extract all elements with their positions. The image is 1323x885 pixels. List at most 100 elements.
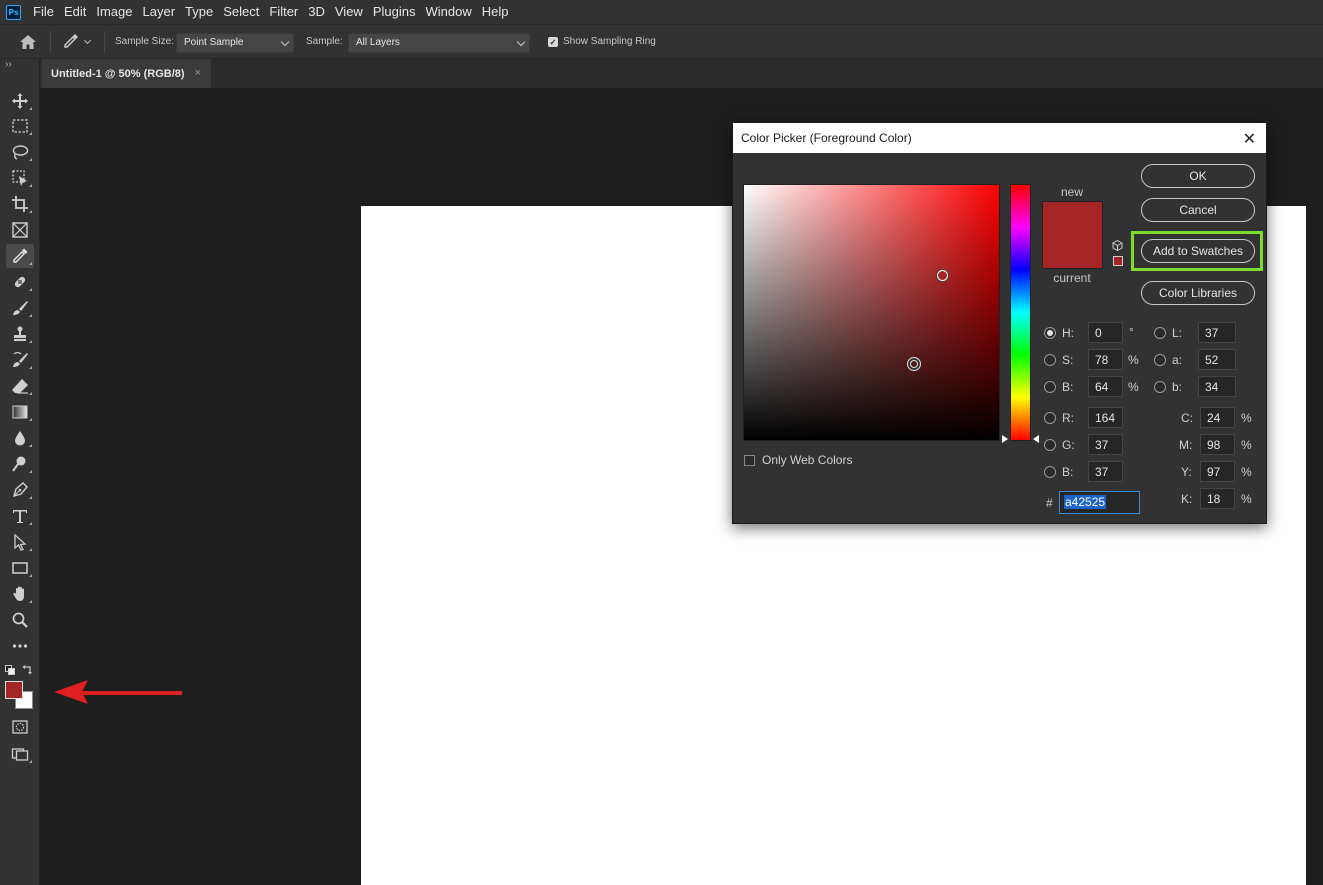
menu-edit[interactable]: Edit [59,0,91,24]
current-color-swatch[interactable] [1042,235,1103,269]
show-sampling-ring-checkbox[interactable]: ✓ [548,37,558,47]
add-to-swatches-button[interactable]: Add to Swatches [1141,239,1255,263]
menu-plugins[interactable]: Plugins [368,0,421,24]
lasso-tool-icon[interactable] [6,140,34,164]
color-field-cursor[interactable] [937,270,948,281]
hex-input[interactable]: a42525 [1059,491,1140,514]
blue-input[interactable]: 37 [1088,461,1123,482]
more-tools-icon[interactable] [6,634,34,658]
zoom-tool-icon[interactable] [6,608,34,632]
chevron-down-icon [83,36,92,45]
menu-select[interactable]: Select [218,0,264,24]
hue-slider-handle-right[interactable] [1033,435,1039,443]
foreground-color-swatch[interactable] [5,681,23,699]
color-libraries-button[interactable]: Color Libraries [1141,281,1255,305]
sample-value: All Layers [356,37,400,48]
yellow-input[interactable]: 97 [1200,461,1235,482]
red-input[interactable]: 164 [1088,407,1123,428]
sample-label: Sample: [306,36,343,47]
sample-select[interactable]: All Layers [348,33,530,53]
clone-stamp-tool-icon[interactable] [6,322,34,346]
menu-file[interactable]: File [28,0,59,24]
hand-tool-icon[interactable] [6,582,34,606]
brightness-label: B: [1062,380,1074,394]
object-selection-tool-icon[interactable] [6,166,34,190]
menu-view[interactable]: View [330,0,368,24]
blur-tool-icon[interactable] [6,426,34,450]
only-web-colors-label: Only Web Colors [762,453,853,467]
cancel-button[interactable]: Cancel [1141,198,1255,222]
lab-b-input[interactable]: 34 [1198,376,1236,397]
lab-a-radio[interactable] [1154,354,1166,366]
close-icon[interactable]: ✕ [1243,129,1256,149]
lab-l-input[interactable]: 37 [1198,322,1236,343]
close-tab-icon[interactable]: × [195,67,201,79]
saturation-radio[interactable] [1044,354,1056,366]
menu-layer[interactable]: Layer [138,0,181,24]
collapse-panel-icon[interactable]: ›› [5,59,12,70]
healing-brush-tool-icon[interactable] [6,270,34,294]
sample-size-select[interactable]: Point Sample [176,33,294,53]
ok-button[interactable]: OK [1141,164,1255,188]
gradient-tool-icon[interactable] [6,400,34,424]
dodge-tool-icon[interactable] [6,452,34,476]
menu-filter[interactable]: Filter [264,0,303,24]
pen-tool-icon[interactable] [6,478,34,502]
default-colors-icon[interactable] [5,665,15,675]
crop-tool-icon[interactable] [6,192,34,216]
eraser-tool-icon[interactable] [6,374,34,398]
menu-help[interactable]: Help [477,0,514,24]
blue-radio[interactable] [1044,466,1056,478]
type-tool-icon[interactable] [6,504,34,528]
move-tool-icon[interactable] [6,89,34,113]
brightness-radio[interactable] [1044,381,1056,393]
percent-unit: % [1128,353,1139,367]
percent-unit: % [1128,380,1139,394]
dialog-title-bar[interactable]: Color Picker (Foreground Color) ✕ [733,123,1266,153]
cyan-input[interactable]: 24 [1200,407,1235,428]
history-brush-tool-icon[interactable] [6,348,34,372]
green-label: G: [1062,438,1075,452]
menu-window[interactable]: Window [420,0,476,24]
eyedropper-tool-icon[interactable] [6,244,34,268]
brush-tool-icon[interactable] [6,296,34,320]
brightness-input[interactable]: 64 [1088,376,1123,397]
hue-input[interactable]: 0 [1088,322,1123,343]
menu-bar: Ps File Edit Image Layer Type Select Fil… [0,0,1323,24]
home-icon[interactable] [18,33,38,51]
hue-radio[interactable] [1044,327,1056,339]
green-radio[interactable] [1044,439,1056,451]
lab-a-input[interactable]: 52 [1198,349,1236,370]
hex-value-selected: a42525 [1064,495,1107,509]
web-safe-color-swatch[interactable] [1113,256,1123,266]
hue-slider-handle-left[interactable] [1002,435,1008,443]
saturation-input[interactable]: 78 [1088,349,1123,370]
document-tab-title: Untitled-1 @ 50% (RGB/8) [51,67,185,80]
yellow-label: Y: [1181,465,1192,479]
chevron-down-icon [516,37,526,47]
only-web-colors-checkbox[interactable] [744,455,755,466]
quick-mask-icon[interactable] [6,715,34,739]
menu-image[interactable]: Image [91,0,137,24]
swap-colors-icon[interactable] [22,664,33,675]
marquee-tool-icon[interactable] [6,114,34,138]
red-radio[interactable] [1044,412,1056,424]
percent-unit: % [1241,492,1252,506]
green-input[interactable]: 37 [1088,434,1123,455]
web-safe-cube-icon[interactable] [1112,240,1123,251]
menu-type[interactable]: Type [180,0,218,24]
frame-tool-icon[interactable] [6,218,34,242]
black-input[interactable]: 18 [1200,488,1235,509]
saturation-brightness-field[interactable] [743,184,1000,441]
magenta-input[interactable]: 98 [1200,434,1235,455]
new-color-label: new [1060,185,1083,199]
lab-l-radio[interactable] [1154,327,1166,339]
lab-b-radio[interactable] [1154,381,1166,393]
tool-preset-picker[interactable] [62,32,96,52]
menu-3d[interactable]: 3D [303,0,330,24]
screen-mode-icon[interactable] [6,742,34,766]
hue-slider[interactable] [1010,184,1031,441]
rectangle-tool-icon[interactable] [6,556,34,580]
path-selection-tool-icon[interactable] [6,530,34,554]
document-tab[interactable]: Untitled-1 @ 50% (RGB/8) × [42,59,211,88]
